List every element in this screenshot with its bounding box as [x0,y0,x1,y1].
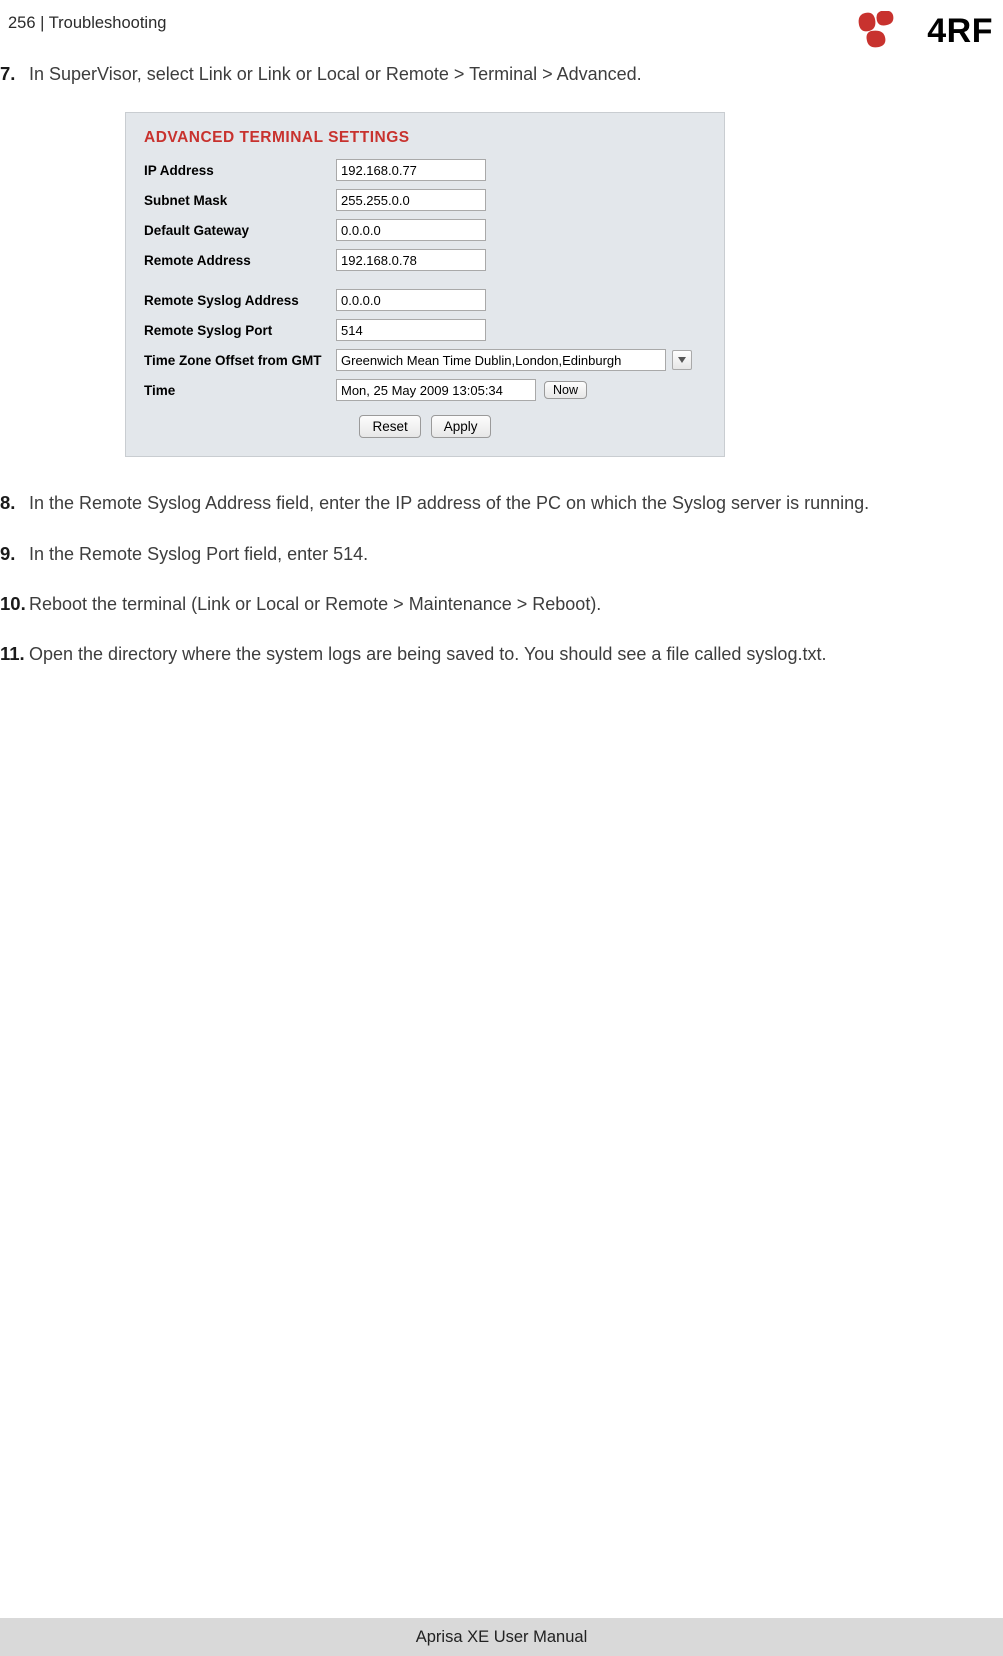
input-syslog-port[interactable] [336,319,486,341]
input-syslog-addr[interactable] [336,289,486,311]
input-gateway[interactable] [336,219,486,241]
row-timezone: Time Zone Offset from GMT Greenwich Mean… [144,349,706,371]
input-ip[interactable] [336,159,486,181]
input-time[interactable] [336,379,536,401]
row-remote: Remote Address [144,249,706,271]
chevron-down-icon[interactable] [672,350,692,370]
step-11-text: Open the directory where the system logs… [29,644,826,664]
reset-button[interactable]: Reset [359,415,420,438]
page: 256 | Troubleshooting 4RF 7. In SuperVis… [0,0,1003,1656]
label-time: Time [144,383,336,399]
settings-panel: ADVANCED TERMINAL SETTINGS IP Address Su… [125,112,725,457]
row-syslog-addr: Remote Syslog Address [144,289,706,311]
label-timezone: Time Zone Offset from GMT [144,353,336,369]
logo-icon [855,11,897,49]
label-syslog-addr: Remote Syslog Address [144,293,336,309]
row-gap [144,279,706,289]
step-7-text: In SuperVisor, select Link or Link or Lo… [29,64,642,84]
label-ip: IP Address [144,163,336,179]
select-timezone[interactable]: Greenwich Mean Time Dublin,London,Edinbu… [336,349,666,371]
step-11: 11. Open the directory where the system … [0,642,1003,666]
step-10-number: 10. [0,592,26,617]
row-gateway: Default Gateway [144,219,706,241]
step-7-number: 7. [0,62,15,87]
label-remote: Remote Address [144,253,336,269]
label-syslog-port: Remote Syslog Port [144,323,336,339]
select-timezone-value: Greenwich Mean Time Dublin,London,Edinbu… [341,353,621,368]
step-8-number: 8. [0,491,15,516]
now-button[interactable]: Now [544,381,587,399]
content-area: 7. In SuperVisor, select Link or Link or… [0,62,1003,692]
step-11-number: 11. [0,642,25,667]
brand-logo: 4RF [855,8,993,52]
step-9: 9. In the Remote Syslog Port field, ente… [0,542,1003,566]
row-ip: IP Address [144,159,706,181]
settings-panel-inner: ADVANCED TERMINAL SETTINGS IP Address Su… [126,113,724,456]
input-remote[interactable] [336,249,486,271]
input-mask[interactable] [336,189,486,211]
row-mask: Subnet Mask [144,189,706,211]
step-8: 8. In the Remote Syslog Address field, e… [0,491,1003,515]
header-separator: | [40,14,44,32]
step-8-text: In the Remote Syslog Address field, ente… [29,493,869,513]
label-gateway: Default Gateway [144,223,336,239]
step-9-number: 9. [0,542,15,567]
panel-title: ADVANCED TERMINAL SETTINGS [144,129,706,147]
button-row: Reset Apply [144,415,706,438]
step-10-text: Reboot the terminal (Link or Local or Re… [29,594,601,614]
step-7: 7. In SuperVisor, select Link or Link or… [0,62,1003,86]
header-left: 256 | Troubleshooting [8,14,166,33]
step-10: 10. Reboot the terminal (Link or Local o… [0,592,1003,616]
footer-text: Aprisa XE User Manual [416,1628,588,1647]
page-number: 256 [8,14,36,32]
section-title: Troubleshooting [49,14,167,32]
label-mask: Subnet Mask [144,193,336,209]
row-syslog-port: Remote Syslog Port [144,319,706,341]
page-footer: Aprisa XE User Manual [0,1618,1003,1656]
apply-button[interactable]: Apply [431,415,491,438]
step-9-text: In the Remote Syslog Port field, enter 5… [29,544,368,564]
row-time: Time Now [144,379,706,401]
page-header: 256 | Troubleshooting 4RF [0,10,1003,54]
brand-text: 4RF [927,12,993,51]
